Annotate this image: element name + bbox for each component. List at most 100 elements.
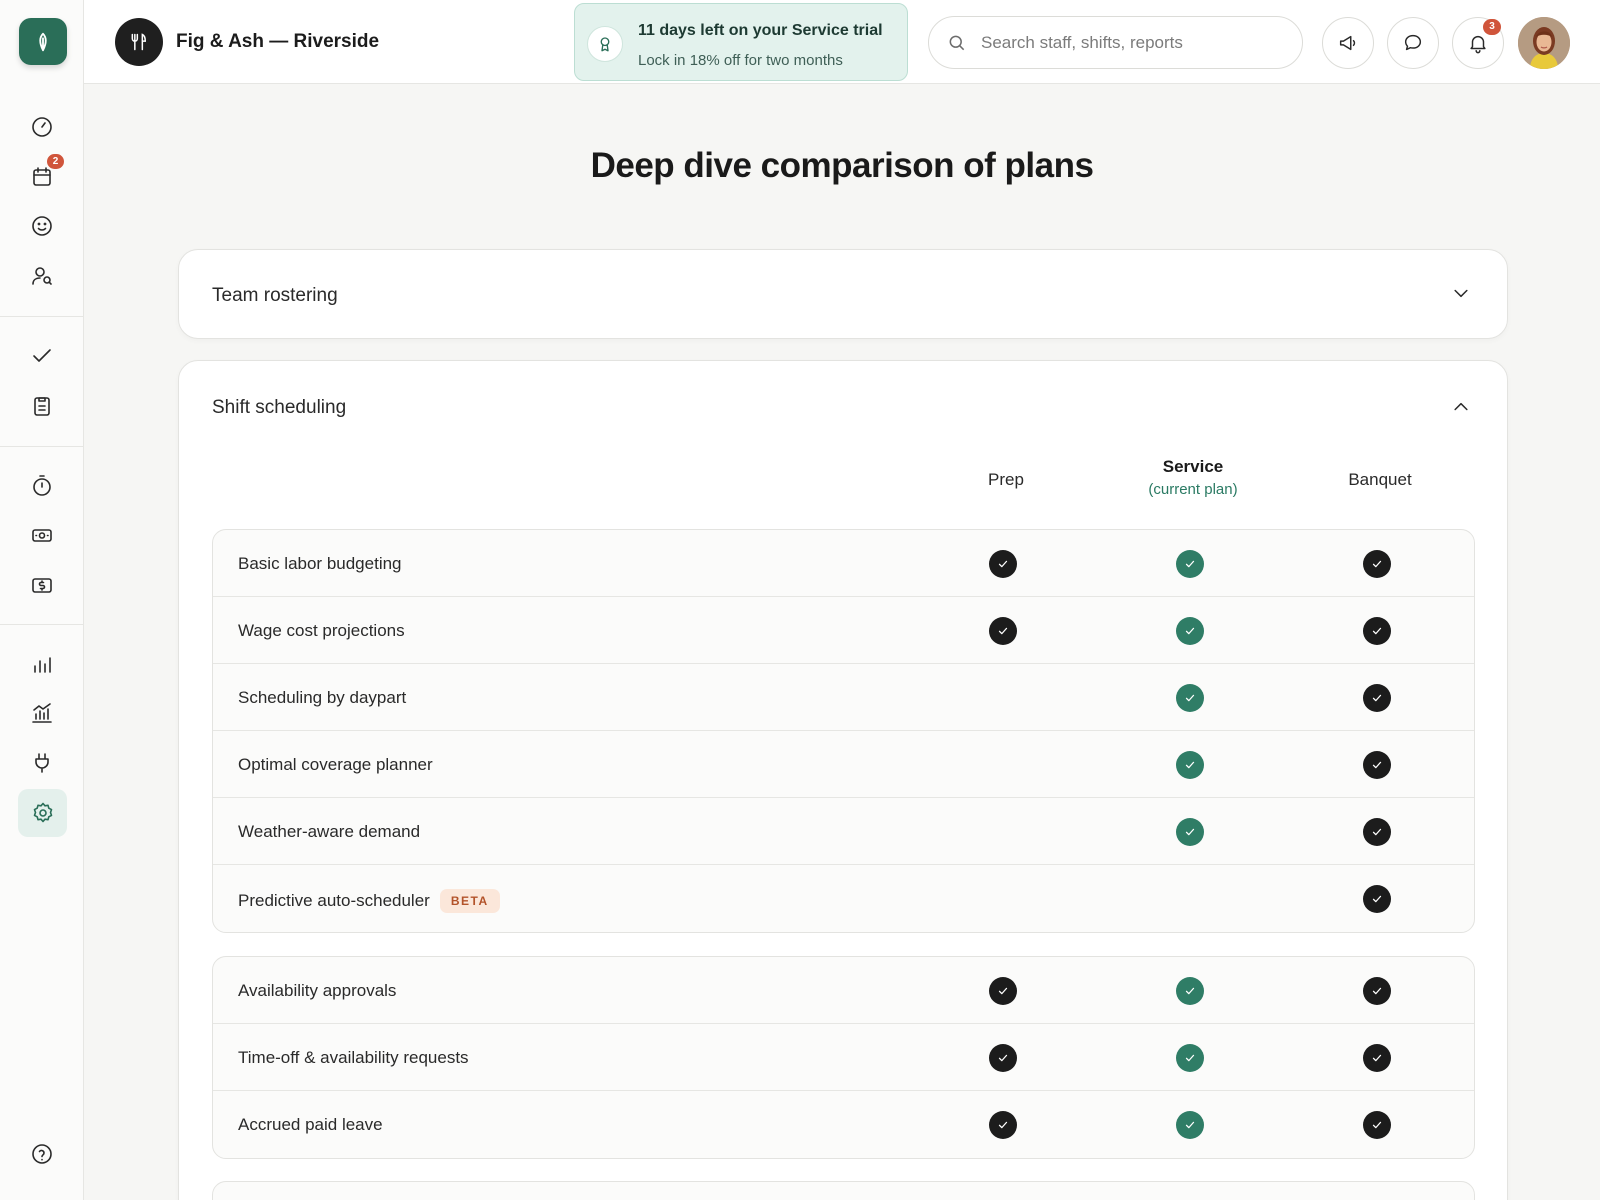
feature-group: Basic labor budgeting Wage cost projectio…: [212, 529, 1475, 933]
included-check-service: [1176, 1044, 1204, 1072]
checkmark-icon: [998, 1054, 1008, 1062]
checkmark-icon: [1185, 560, 1195, 568]
sidebar-item-payroll[interactable]: [24, 517, 60, 553]
feature-row: Wage cost projections: [213, 597, 1474, 664]
section-team-rostering[interactable]: Team rostering: [178, 249, 1508, 339]
user-avatar[interactable]: [1518, 17, 1570, 69]
sidebar-item-checklists[interactable]: [24, 388, 60, 424]
feature-name: Basic labor budgeting: [238, 554, 402, 573]
help-icon: [32, 1144, 52, 1164]
notification-count-badge: 3: [1483, 19, 1501, 35]
included-check-banquet: [1363, 1111, 1391, 1139]
included-check-service: [1176, 1111, 1204, 1139]
chevron-down-icon[interactable]: [1451, 283, 1471, 303]
sidebar-item-integrations[interactable]: [24, 745, 60, 781]
search-box[interactable]: [928, 16, 1303, 69]
plan-name: Prep: [988, 470, 1024, 489]
included-check-service: [1176, 684, 1204, 712]
feature-name: Time-off & availability requests: [238, 1048, 469, 1067]
search-icon: [949, 35, 965, 50]
checkmark-icon: [1185, 627, 1195, 635]
feature-group: Availability approvals Time-off & availab…: [212, 956, 1475, 1159]
section-title[interactable]: Shift scheduling: [212, 397, 346, 419]
feature-name: Weather-aware demand: [238, 822, 421, 841]
dashboard-icon: [32, 117, 52, 137]
included-check-prep: [989, 617, 1017, 645]
sidebar-item-tips[interactable]: [24, 567, 60, 603]
announcements-button[interactable]: [1322, 17, 1374, 69]
included-check-service: [1176, 617, 1204, 645]
chevron-up-icon[interactable]: [1451, 397, 1471, 417]
timer-icon: [33, 475, 51, 496]
feature-name: Optimal coverage planner: [238, 755, 433, 774]
checkmark-icon: [1185, 761, 1195, 769]
sidebar-item-timesheets[interactable]: [24, 468, 60, 504]
sidebar-item-feedback[interactable]: [24, 208, 60, 244]
search-input[interactable]: [981, 32, 1281, 53]
feature-label: Availability approvals: [238, 981, 396, 1001]
notifications-button[interactable]: 3: [1452, 17, 1504, 69]
feature-row: Accrued paid leave: [213, 1091, 1474, 1158]
section-title: Team rostering: [212, 285, 338, 306]
page-title: Deep dive comparison of plans: [590, 146, 1094, 185]
trial-icon-wrap: [587, 26, 623, 62]
checkmark-icon: [1185, 828, 1195, 836]
current-plan-note: (current plan): [1148, 481, 1238, 498]
restaurant-name[interactable]: Fig & Ash — Riverside: [176, 31, 379, 53]
sidebar-item-tasks[interactable]: [24, 338, 60, 374]
sidebar-item-help[interactable]: [24, 1136, 60, 1172]
feature-row: Basic labor budgeting: [213, 530, 1474, 597]
feature-name: Wage cost projections: [238, 621, 405, 640]
included-check-banquet: [1363, 977, 1391, 1005]
feature-row: Availability approvals: [213, 957, 1474, 1024]
check-icon: [33, 349, 51, 362]
analytics-icon: [32, 703, 52, 723]
included-check-banquet: [1363, 684, 1391, 712]
people-icon: [32, 267, 52, 285]
plan-header-service: Service (current plan): [1113, 457, 1273, 498]
sidebar: 2: [0, 0, 84, 1200]
included-check-prep: [989, 1044, 1017, 1072]
trial-title: 11 days left on your Service trial: [638, 22, 883, 39]
feature-group-next: [212, 1181, 1475, 1200]
sidebar-divider: [0, 316, 84, 317]
checkmark-icon: [1372, 694, 1382, 702]
included-check-banquet: [1363, 550, 1391, 578]
checkmark-icon: [1185, 694, 1195, 702]
included-check-service: [1176, 550, 1204, 578]
avatar-portrait-icon: [1518, 17, 1570, 69]
messages-button[interactable]: [1387, 17, 1439, 69]
sidebar-item-analytics[interactable]: [24, 695, 60, 731]
sidebar-item-settings[interactable]: [18, 789, 67, 837]
included-check-prep: [989, 1111, 1017, 1139]
smiley-icon: [32, 216, 52, 236]
checkmark-icon: [1372, 828, 1382, 836]
included-check-service: [1176, 977, 1204, 1005]
trial-banner[interactable]: 11 days left on your Service trial Lock …: [574, 3, 908, 81]
plan-name: Service: [1162, 457, 1224, 476]
checkmark-icon: [1372, 987, 1382, 995]
feature-row: Time-off & availability requests: [213, 1024, 1474, 1091]
plug-icon: [35, 753, 49, 773]
fork-knife-icon: [131, 33, 147, 51]
feature-row: Optimal coverage planner: [213, 731, 1474, 798]
sidebar-item-dashboard[interactable]: [24, 109, 60, 145]
feature-row: Scheduling by daypart: [213, 664, 1474, 731]
sidebar-item-reports[interactable]: [24, 646, 60, 682]
gear-icon: [33, 802, 52, 823]
checkmark-icon: [998, 987, 1008, 995]
bell-icon: [1470, 35, 1486, 54]
sidebar-item-people[interactable]: [24, 258, 60, 294]
checkmark-icon: [1372, 1054, 1382, 1062]
checkmark-icon: [998, 627, 1008, 635]
top-header: Fig & Ash — Riverside 11 days left on yo…: [84, 0, 1600, 84]
section-shift-scheduling: Shift scheduling Prep Service (current p…: [178, 360, 1508, 1200]
app-logo[interactable]: [19, 18, 67, 65]
plan-header-prep: Prep: [926, 470, 1086, 490]
restaurant-logo[interactable]: [115, 18, 163, 66]
feature-label: Basic labor budgeting: [238, 554, 402, 574]
award-ribbon-icon: [600, 37, 610, 52]
included-check-service: [1176, 818, 1204, 846]
feature-label: Accrued paid leave: [238, 1115, 383, 1135]
checkmark-icon: [1185, 1054, 1195, 1062]
